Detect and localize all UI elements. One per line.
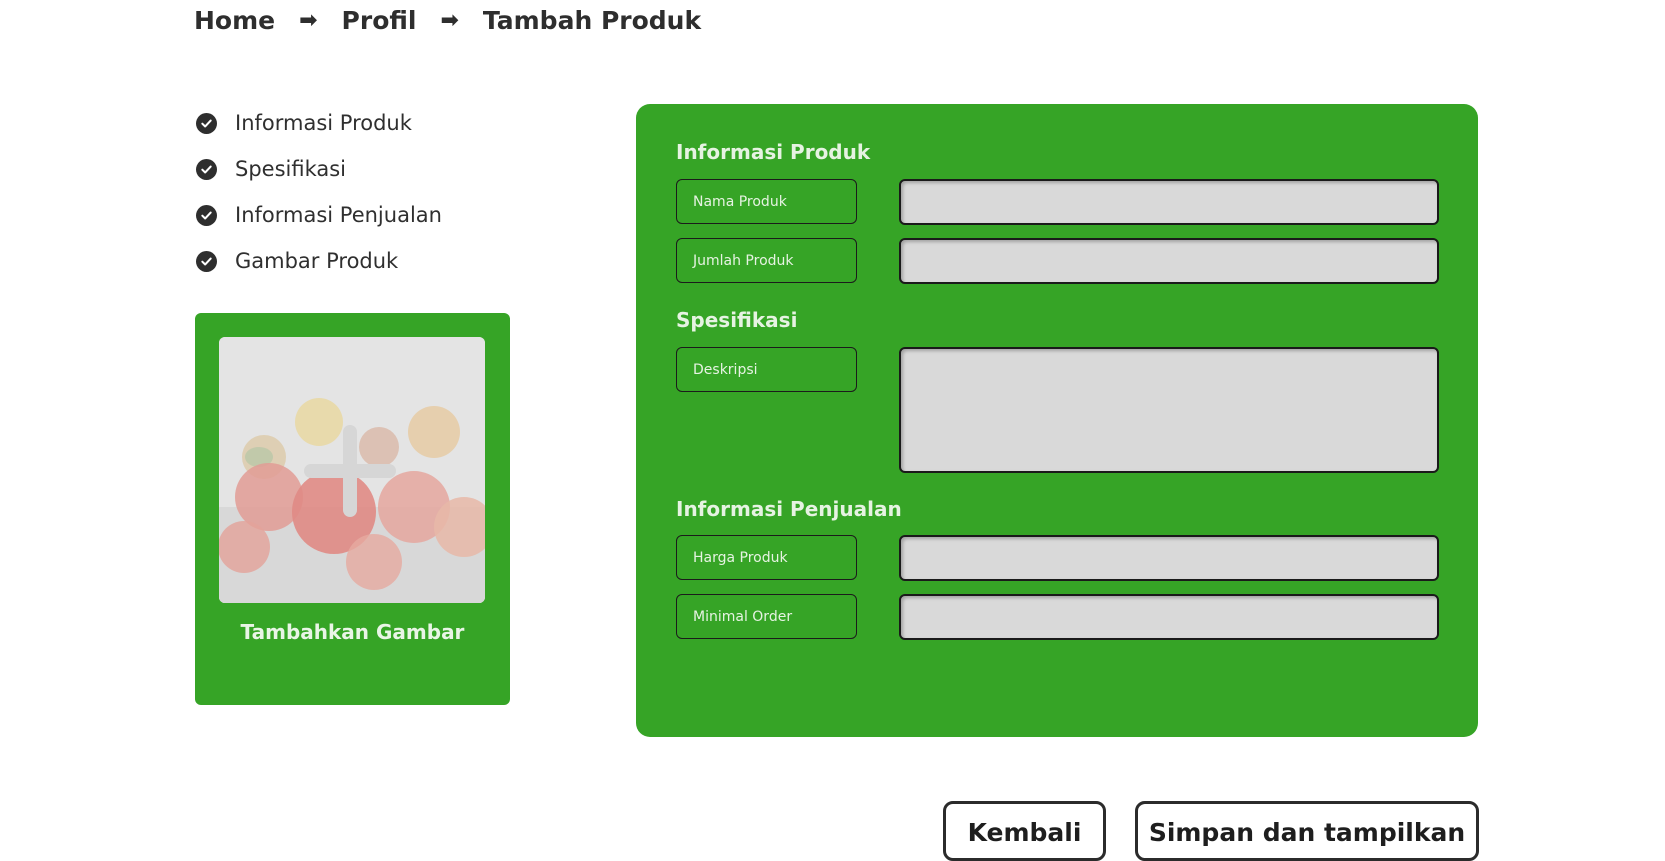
image-upload-card: Tambahkan Gambar (195, 313, 510, 705)
section-title-product-info: Informasi Produk (676, 140, 871, 164)
step-item: Informasi Penjualan (196, 192, 442, 238)
label-deskripsi: Deskripsi (676, 347, 857, 392)
add-image-label: Tambahkan Gambar (240, 620, 465, 644)
step-label: Informasi Produk (235, 111, 412, 135)
breadcrumb: Home ➡ Profil ➡ Tambah Produk (194, 6, 701, 35)
label-minimal-order: Minimal Order (676, 594, 857, 639)
step-label: Gambar Produk (235, 249, 399, 273)
apples-photo (219, 337, 485, 603)
label-jumlah-produk: Jumlah Produk (676, 238, 857, 283)
product-form: Informasi Produk Nama Produk Jumlah Prod… (636, 104, 1478, 737)
check-circle-icon (196, 158, 217, 180)
arrow-right-icon: ➡ (299, 8, 318, 33)
save-and-show-button[interactable]: Simpan dan tampilkan (1135, 801, 1479, 861)
step-list: Informasi Produk Spesifikasi Informasi P… (196, 100, 442, 284)
breadcrumb-home[interactable]: Home (194, 6, 275, 35)
breadcrumb-profil[interactable]: Profil (342, 6, 417, 35)
step-label: Spesifikasi (235, 157, 347, 181)
step-label: Informasi Penjualan (235, 203, 442, 227)
section-title-spesifikasi: Spesifikasi (676, 308, 798, 332)
check-circle-icon (196, 204, 217, 226)
deskripsi-textarea[interactable] (899, 347, 1439, 473)
step-item: Gambar Produk (196, 238, 442, 284)
minimal-order-input[interactable] (899, 594, 1439, 640)
step-item: Informasi Produk (196, 100, 442, 146)
label-harga-produk: Harga Produk (676, 535, 857, 580)
step-item: Spesifikasi (196, 146, 442, 192)
image-upload-area[interactable] (219, 337, 485, 603)
label-nama-produk: Nama Produk (676, 179, 857, 224)
nama-produk-input[interactable] (899, 179, 1439, 225)
jumlah-produk-input[interactable] (899, 238, 1439, 284)
back-button[interactable]: Kembali (943, 801, 1106, 861)
harga-produk-input[interactable] (899, 535, 1439, 581)
breadcrumb-current: Tambah Produk (482, 6, 702, 35)
check-circle-icon (196, 250, 217, 272)
section-title-sales-info: Informasi Penjualan (676, 497, 902, 521)
arrow-right-icon: ➡ (440, 8, 459, 33)
check-circle-icon (196, 112, 217, 134)
